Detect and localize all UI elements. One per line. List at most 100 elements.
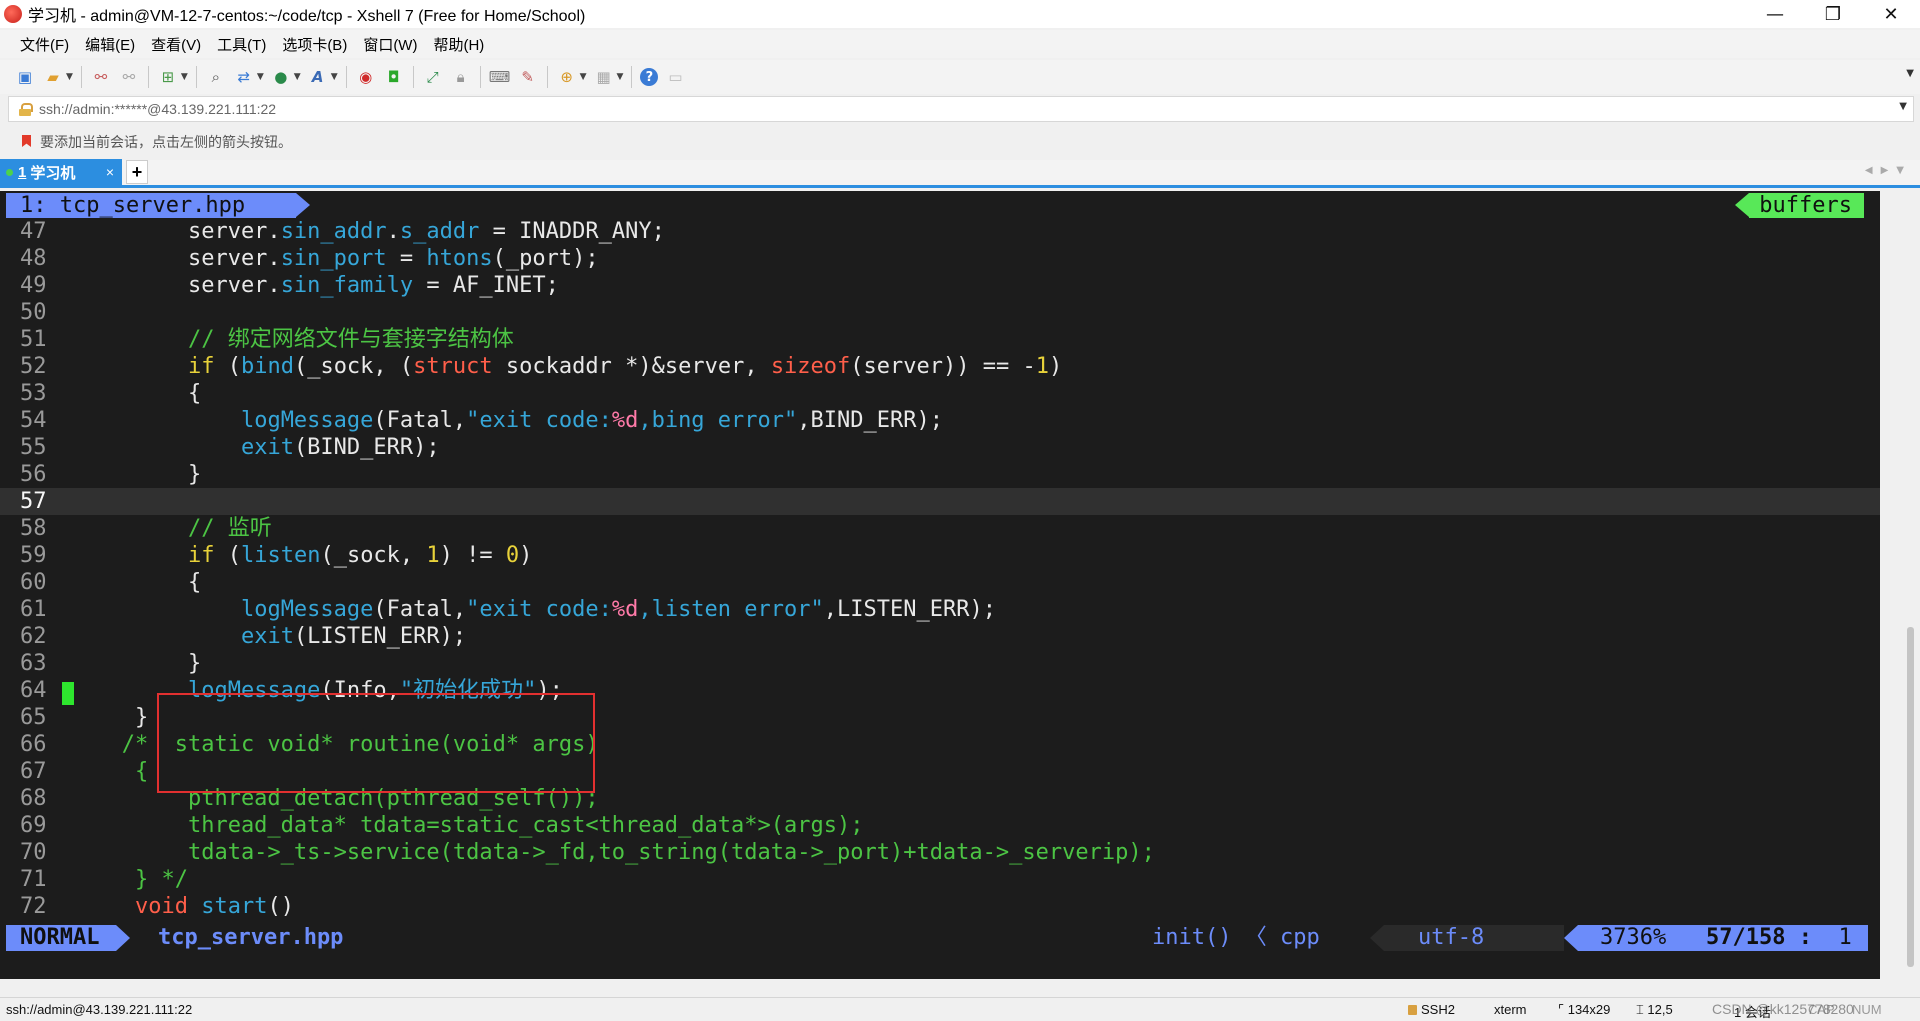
address-value[interactable]: ssh://admin:******@43.139.221.111:22 <box>39 101 276 117</box>
code-line-current[interactable]: 57 <box>0 488 1880 515</box>
code-token: (_sock, ( <box>293 354 414 379</box>
code-line[interactable]: 72 void start() <box>0 893 1880 920</box>
help-icon[interactable]: ? <box>640 68 659 86</box>
code-line[interactable]: 52 if (bind(_sock, (struct sockaddr *)&s… <box>0 353 1880 380</box>
address-bar[interactable]: ssh://admin:******@43.139.221.111:22 ▼ <box>8 96 1914 122</box>
line-number: 60 <box>20 570 47 595</box>
chevron-down-icon[interactable]: ▼ <box>294 72 301 82</box>
code-token: "exit code: <box>466 597 612 622</box>
line-number: 55 <box>20 435 47 460</box>
code-line[interactable]: 47 server.sin_addr.s_addr = INADDR_ANY; <box>0 218 1880 245</box>
chevron-down-icon[interactable]: ▼ <box>617 72 624 82</box>
chevron-down-icon[interactable]: ▼ <box>580 72 587 82</box>
code-token: listen <box>240 543 321 568</box>
code-token: (server)) == - <box>850 354 1036 379</box>
compose-icon[interactable]: ⊕ <box>556 66 578 88</box>
code-line[interactable]: 54 logMessage(Fatal,"exit code:%d,bing e… <box>0 407 1880 434</box>
code-text: } */ <box>82 866 188 893</box>
vim-function: init() 〈 cpp <box>1152 925 1320 950</box>
line-number: 65 <box>20 705 47 730</box>
code-line[interactable]: 49 server.sin_family = AF_INET; <box>0 272 1880 299</box>
tab-close-icon[interactable]: × <box>106 164 114 180</box>
fullscreen-icon[interactable]: ⤢ <box>422 66 444 88</box>
font-icon[interactable]: A <box>307 66 329 88</box>
disconnect-icon[interactable]: ⚯ <box>90 66 112 88</box>
vim-buffer-title: 1: tcp_server.hpp <box>6 193 310 218</box>
find-icon[interactable]: ⌕ <box>205 66 227 88</box>
vim-buffers-label: buffers <box>1735 193 1864 218</box>
tab-session[interactable]: 1 学习机 × <box>0 159 122 185</box>
chevron-down-icon[interactable]: ▼ <box>257 72 264 82</box>
code-line[interactable]: 51 // 绑定网络文件与套接字结构体 <box>0 326 1880 353</box>
transfer-icon[interactable]: ⇄ <box>233 66 255 88</box>
menu-help[interactable]: 帮助(H) <box>425 34 492 55</box>
add-tab-button[interactable]: + <box>126 160 148 184</box>
code-line[interactable]: 56 } <box>0 461 1880 488</box>
vim-percent: 3736% <box>1600 925 1667 950</box>
code-text: server.sin_family = AF_INET; <box>82 272 559 299</box>
code-line[interactable]: 50 <box>0 299 1880 326</box>
code-line[interactable]: 59 if (listen(_sock, 1) != 0) <box>0 542 1880 569</box>
menu-view[interactable]: 查看(V) <box>143 34 209 55</box>
menu-file[interactable]: 文件(F) <box>12 34 77 55</box>
cursor-position: ⌶ 12,5 <box>1636 1002 1673 1018</box>
code-text: } <box>82 461 201 488</box>
terminal-scrollbar[interactable] <box>1880 191 1920 979</box>
close-button[interactable]: ✕ <box>1862 0 1920 28</box>
code-line[interactable]: 55 exit(BIND_ERR); <box>0 434 1880 461</box>
menu-tabs[interactable]: 选项卡(B) <box>274 34 355 55</box>
chat-icon[interactable]: ▭ <box>664 66 686 88</box>
minimize-button[interactable]: — <box>1746 0 1804 28</box>
menu-bar: 文件(F) 编辑(E) 查看(V) 工具(T) 选项卡(B) 窗口(W) 帮助(… <box>0 30 1920 58</box>
chevron-down-icon[interactable]: ▼ <box>331 72 338 82</box>
code-line[interactable]: 71 } */ <box>0 866 1880 893</box>
line-number: 68 <box>20 786 47 811</box>
reconnect-icon[interactable]: ⚯ <box>118 66 140 88</box>
terminal-size: ⌜ 134x29 <box>1558 1002 1610 1018</box>
lock-icon[interactable]: 🔒︎ <box>450 66 472 88</box>
line-number: 54 <box>20 408 47 433</box>
code-line[interactable]: 63 } <box>0 650 1880 677</box>
code-line[interactable]: 48 server.sin_port = htons(_port); <box>0 245 1880 272</box>
line-number: 47 <box>20 219 47 244</box>
xftp-icon[interactable]: ◉ <box>355 66 377 88</box>
open-folder-icon[interactable]: ▰ <box>42 66 64 88</box>
line-number: 56 <box>20 462 47 487</box>
code-token: { <box>82 759 149 784</box>
window-controls: — ❐ ✕ <box>1746 0 1920 28</box>
script-icon[interactable]: ✎ <box>517 66 539 88</box>
xshell-icon[interactable]: ◘ <box>383 66 405 88</box>
code-line[interactable]: 69 thread_data* tdata=static_cast<thread… <box>0 812 1880 839</box>
menu-window[interactable]: 窗口(W) <box>355 34 425 55</box>
layout-icon[interactable]: ▦ <box>593 66 615 88</box>
new-tab-icon[interactable]: ⊞ <box>157 66 179 88</box>
restore-button[interactable]: ❐ <box>1804 0 1862 28</box>
code-line[interactable]: 58 // 监听 <box>0 515 1880 542</box>
code-line[interactable]: 62 exit(LISTEN_ERR); <box>0 623 1880 650</box>
terminal-view[interactable]: 1: tcp_server.hpp buffers 47 server.sin_… <box>0 191 1880 979</box>
tab-scroll-icons[interactable]: ◀▶▼ <box>1865 165 1912 176</box>
toolbar-overflow-icon[interactable]: ▼ <box>1906 68 1914 79</box>
bookmark-icon[interactable] <box>20 135 34 149</box>
chevron-down-icon[interactable]: ▼ <box>1899 101 1907 112</box>
keyboard-icon[interactable]: ⌨ <box>489 66 511 88</box>
scrollbar-thumb[interactable] <box>1907 627 1914 967</box>
globe-icon[interactable]: ● <box>270 66 292 88</box>
chevron-down-icon[interactable]: ▼ <box>181 72 188 82</box>
code-line[interactable]: 61 logMessage(Fatal,"exit code:%d,listen… <box>0 596 1880 623</box>
new-session-icon[interactable]: ▣ <box>14 66 36 88</box>
code-line[interactable]: 60 { <box>0 569 1880 596</box>
code-token: if <box>187 354 215 379</box>
toolbar-separator <box>345 66 347 88</box>
chevron-down-icon[interactable]: ▼ <box>66 72 73 82</box>
status-bar: ssh://admin@43.139.221.111:22 SSH2 xterm… <box>0 997 1920 1021</box>
menu-edit[interactable]: 编辑(E) <box>77 34 143 55</box>
code-token: 1 <box>426 543 440 568</box>
code-line[interactable]: 70 tdata->_ts->service(tdata->_fd,to_str… <box>0 839 1880 866</box>
line-number: 67 <box>20 759 47 784</box>
cursor-position-value: 12,5 <box>1647 1002 1673 1017</box>
menu-tools[interactable]: 工具(T) <box>209 34 274 55</box>
code-line[interactable]: 53 { <box>0 380 1880 407</box>
